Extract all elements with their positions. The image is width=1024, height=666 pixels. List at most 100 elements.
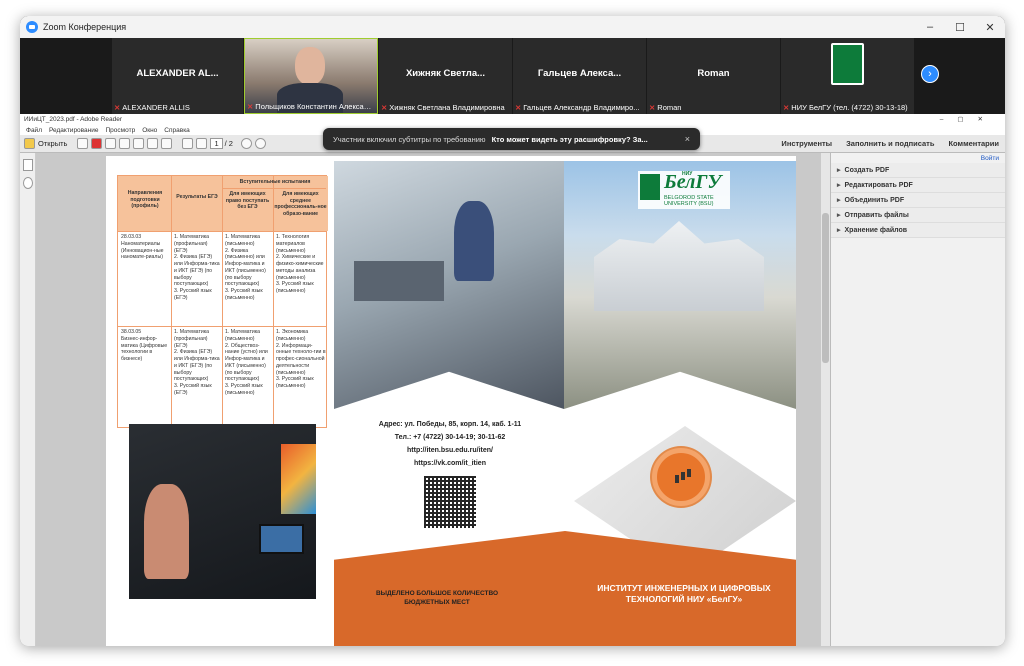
panel-item-store-files[interactable]: ▸ Хранение файлов [831, 223, 1005, 238]
panel-item-label: Хранение файлов [844, 227, 908, 234]
table-row-divider [118, 326, 326, 327]
menu-edit[interactable]: Редактирование [49, 126, 99, 135]
notification-text: Участник включил субтитры по требованию [333, 134, 486, 144]
contact-address: Адрес: ул. Победы, 85, корп. 14, каб. 1-… [378, 421, 522, 428]
reader-right-panel: Войти ▸ Создать PDF ▸ Редактировать PDF ▸ О… [830, 153, 1005, 646]
bsu-logo: БелГУ НИУ BELGOROD STATE UNIVERSITY (BSU) [638, 171, 730, 209]
menu-view[interactable]: Просмотр [106, 126, 136, 135]
email-icon[interactable] [161, 138, 173, 149]
table-cell: 1. Математика (письменно) 2. Обществоз-н… [225, 329, 268, 396]
mic-muted-icon: ⨯ [649, 103, 656, 112]
lab-equipment [354, 261, 444, 301]
zoom-logo-icon [26, 21, 38, 33]
participant-tile[interactable]: ⨯ НИУ БелГУ (тел. (4722) 30-13-18) [781, 38, 914, 114]
table-header-cell: Направления подготовки (профиль) [127, 190, 163, 209]
open-button[interactable]: Открыть [38, 139, 67, 148]
captions-notification: Участник включил субтитры по требованию … [323, 128, 700, 150]
qr-code-icon [422, 474, 478, 530]
panel-item-create-pdf[interactable]: ▸ Создать PDF [831, 163, 1005, 178]
window-titlebar: Zoom Конференция – ☐ ✕ [20, 16, 1005, 38]
mic-muted-icon: ⨯ [515, 103, 522, 112]
expand-arrow-icon: ▸ [837, 212, 841, 219]
attachments-icon[interactable] [22, 177, 33, 189]
table-cell: 1. Технология материалов (письменно) 2. … [276, 234, 324, 294]
edit-icon[interactable] [105, 138, 117, 149]
print-icon[interactable] [147, 138, 159, 149]
fill-sign-button[interactable]: Заполнить и подписать [846, 139, 934, 148]
save-icon[interactable] [133, 138, 145, 149]
participant-tile[interactable]: ALEXANDER AL... ⨯ ALEXANDER ALLIS [112, 38, 243, 114]
vertical-scrollbar[interactable] [821, 153, 830, 646]
minimize-button[interactable]: – [915, 21, 945, 34]
close-button[interactable]: ✕ [975, 21, 1005, 34]
table-header-cell: Вступительные испытания [239, 179, 311, 185]
next-page-arrow-icon[interactable]: › [921, 65, 939, 83]
shared-screen: ИИиЦТ_2023.pdf - Adobe Reader –▢✕ Файл Р… [20, 114, 1005, 646]
participant-caption: Гальцев Александр Владимиро... [523, 103, 640, 112]
table-cell: 1. Экономика (письменно) 2. Информаци-он… [276, 329, 326, 389]
table-cell: 38.03.05 Бизнес-инфор-матика (Цифровые т… [121, 329, 168, 362]
contact-block: Адрес: ул. Победы, 85, корп. 14, каб. 1-… [340, 418, 560, 470]
page-number-input[interactable]: 1 [210, 138, 223, 149]
participant-tile[interactable]: Roman ⨯ Roman [647, 38, 780, 114]
participant-video-face [295, 47, 325, 85]
participant-tile[interactable]: Гальцев Алекса... ⨯ Гальцев Александр Вла… [513, 38, 646, 114]
contact-phone: Тел.: +7 (4722) 30-14-19; 30-11-62 [394, 434, 506, 441]
panel-item-edit-pdf[interactable]: ▸ Редактировать PDF [831, 178, 1005, 193]
tools-button[interactable]: Инструменты [781, 139, 832, 148]
folder-icon[interactable] [24, 138, 35, 149]
table-cell: 1. Математика (письменно) 2. Физика (пис… [225, 234, 266, 301]
logo-sub2: UNIVERSITY (BSU) [664, 201, 714, 208]
cloud-icon[interactable] [119, 138, 131, 149]
table-cell: 28.03.03 Наноматериалы (Инновацион-ные н… [121, 234, 164, 261]
bsu-logo-icon [831, 43, 864, 85]
page-down-icon[interactable] [196, 138, 208, 149]
zoom-out-icon[interactable] [240, 138, 252, 149]
contact-vk[interactable]: https://vk.com/it_itien [340, 457, 560, 470]
table-header-cell: Для имеющих среднее профессиональ-ное об… [274, 191, 327, 217]
menu-file[interactable]: Файл [26, 126, 42, 135]
pdf-icon[interactable] [91, 138, 103, 149]
transcript-question-link[interactable]: Кто может видеть эту расшифровку? За... [492, 135, 648, 144]
page-up-icon[interactable] [182, 138, 194, 149]
mic-muted-icon: ⨯ [381, 103, 388, 112]
menu-window[interactable]: Окно [142, 126, 157, 135]
login-link[interactable]: Войти [831, 153, 1005, 163]
table-cell: 1. Математика (профильная) (ЕГЭ) 2. Физи… [174, 329, 220, 396]
table-col-divider [171, 176, 172, 427]
zoom-in-icon[interactable] [254, 138, 266, 149]
reader-left-nav [20, 153, 36, 646]
create-icon[interactable] [77, 138, 89, 149]
vr-person [144, 484, 189, 579]
maximize-button[interactable]: ☐ [945, 21, 975, 34]
notification-close-button[interactable]: × [685, 134, 690, 144]
panel-item-combine-pdf[interactable]: ▸ Объединить PDF [831, 193, 1005, 208]
pages-icon[interactable] [22, 159, 33, 171]
table-header-cell: Для имеющих право поступать без ЕГЭ [225, 191, 270, 210]
menu-help[interactable]: Справка [164, 126, 190, 135]
participant-tile-active[interactable]: ⨯ Польщиков Константин Александр... [244, 38, 378, 114]
expand-arrow-icon: ▸ [837, 167, 841, 174]
vr-wall-graphic [281, 444, 316, 514]
bsu-shield-icon [640, 174, 660, 200]
panel-item-send-files[interactable]: ▸ Отправить файлы [831, 208, 1005, 223]
participant-name: Roman [697, 68, 730, 79]
comments-button[interactable]: Комментарии [948, 139, 999, 148]
lab-photo [334, 161, 564, 409]
document-area[interactable]: БелГУ НИУ BELGOROD STATE UNIVERSITY (BSU)… [36, 153, 830, 646]
participant-caption: Roman [657, 103, 682, 112]
participant-tile[interactable]: Хижняк Светла... ⨯ Хижняк Светлана Владим… [379, 38, 512, 114]
contact-site[interactable]: http://iten.bsu.edu.ru/iten/ [340, 444, 560, 457]
mic-muted-icon: ⨯ [114, 103, 121, 112]
zoom-window: Zoom Конференция – ☐ ✕ ALEXANDER AL... ⨯… [20, 16, 1005, 646]
vr-monitor [259, 524, 304, 554]
participant-caption: Польщиков Константин Александр... [255, 102, 375, 111]
reader-window-controls[interactable]: –▢✕ [940, 114, 997, 126]
table-cell: 1. Математика (профильная) (ЕГЭ) 2. Физи… [174, 234, 220, 301]
expand-arrow-icon: ▸ [837, 197, 841, 204]
logo-niu: НИУ [682, 171, 693, 177]
participant-name: Гальцев Алекса... [537, 68, 622, 79]
expand-arrow-icon: ▸ [837, 227, 841, 234]
table-row-divider [118, 231, 326, 232]
expand-arrow-icon: ▸ [837, 182, 841, 189]
